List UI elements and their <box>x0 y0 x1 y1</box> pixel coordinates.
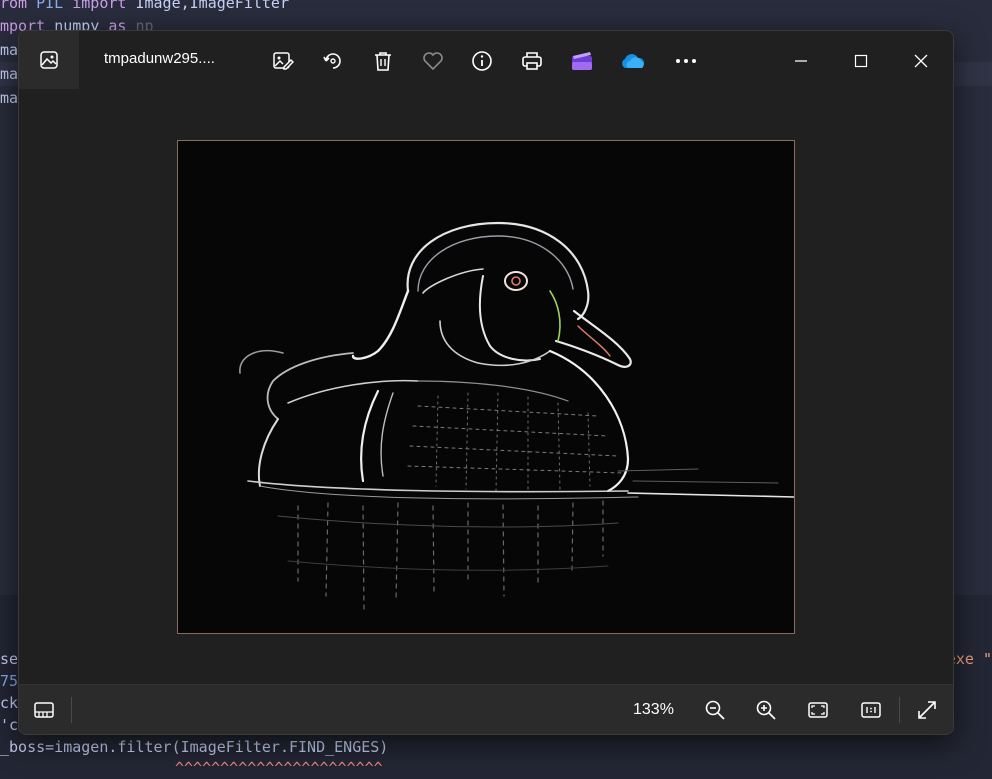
maximize-icon <box>854 54 868 68</box>
minimize-icon <box>795 60 807 62</box>
onedrive-cloud-icon <box>622 54 645 68</box>
code-line-3: ma <box>0 41 19 59</box>
rotate-icon <box>323 53 341 69</box>
onedrive-button[interactable] <box>616 45 648 77</box>
photo-viewer-window: tmpadunw295.... 133% <box>18 30 954 735</box>
info-icon <box>472 51 492 71</box>
delete-button[interactable] <box>367 45 399 77</box>
image-canvas[interactable] <box>19 89 953 684</box>
fit-to-window-button[interactable] <box>802 694 834 726</box>
edit-image-icon <box>273 52 294 70</box>
clipchamp-icon <box>572 52 592 70</box>
actual-size-button[interactable] <box>855 694 887 726</box>
status-divider <box>899 697 900 723</box>
zoom-out-icon <box>705 700 725 720</box>
close-icon <box>914 54 928 68</box>
close-button[interactable] <box>905 45 937 77</box>
code-line-1: rom PIL import Image,ImageFilter <box>0 0 289 12</box>
status-divider <box>71 697 72 723</box>
status-bar: 133% <box>19 684 953 734</box>
zoom-out-button[interactable] <box>699 694 731 726</box>
title-bar: tmpadunw295.... <box>19 31 953 89</box>
maximize-button[interactable] <box>845 45 877 77</box>
zoom-in-button[interactable] <box>750 694 782 726</box>
trash-icon <box>375 52 391 71</box>
printer-icon <box>522 52 542 70</box>
code-line-4: ma <box>0 65 19 83</box>
minimize-button[interactable] <box>785 45 817 77</box>
fit-screen-icon <box>808 702 828 718</box>
full-screen-button[interactable] <box>911 694 943 726</box>
favorite-button[interactable] <box>417 45 449 77</box>
zoom-in-icon <box>756 700 776 720</box>
print-button[interactable] <box>516 45 548 77</box>
edit-image-button[interactable] <box>267 45 299 77</box>
expand-icon <box>918 701 936 719</box>
clipchamp-button[interactable] <box>566 45 598 77</box>
more-icon <box>676 59 696 63</box>
more-options-button[interactable] <box>670 45 702 77</box>
terminal-line: ^^^^^^^^^^^^^^^^^^^^^^^ <box>175 759 383 777</box>
code-line-5: ma <box>0 89 19 107</box>
photos-app-icon[interactable] <box>19 31 79 89</box>
filmstrip-button[interactable] <box>28 694 60 726</box>
actual-size-icon <box>861 702 881 718</box>
terminal-line: _boss=imagen.filter(ImageFilter.FIND_ENG… <box>0 738 389 756</box>
filmstrip-icon <box>34 702 54 718</box>
file-name: tmpadunw295.... <box>104 50 215 67</box>
edge-filtered-duck-image <box>177 140 795 634</box>
zoom-level[interactable]: 133% <box>633 701 674 719</box>
heart-icon <box>423 52 443 71</box>
rotate-button[interactable] <box>317 45 349 77</box>
terminal-line: ck <box>0 694 19 712</box>
info-button[interactable] <box>466 45 498 77</box>
